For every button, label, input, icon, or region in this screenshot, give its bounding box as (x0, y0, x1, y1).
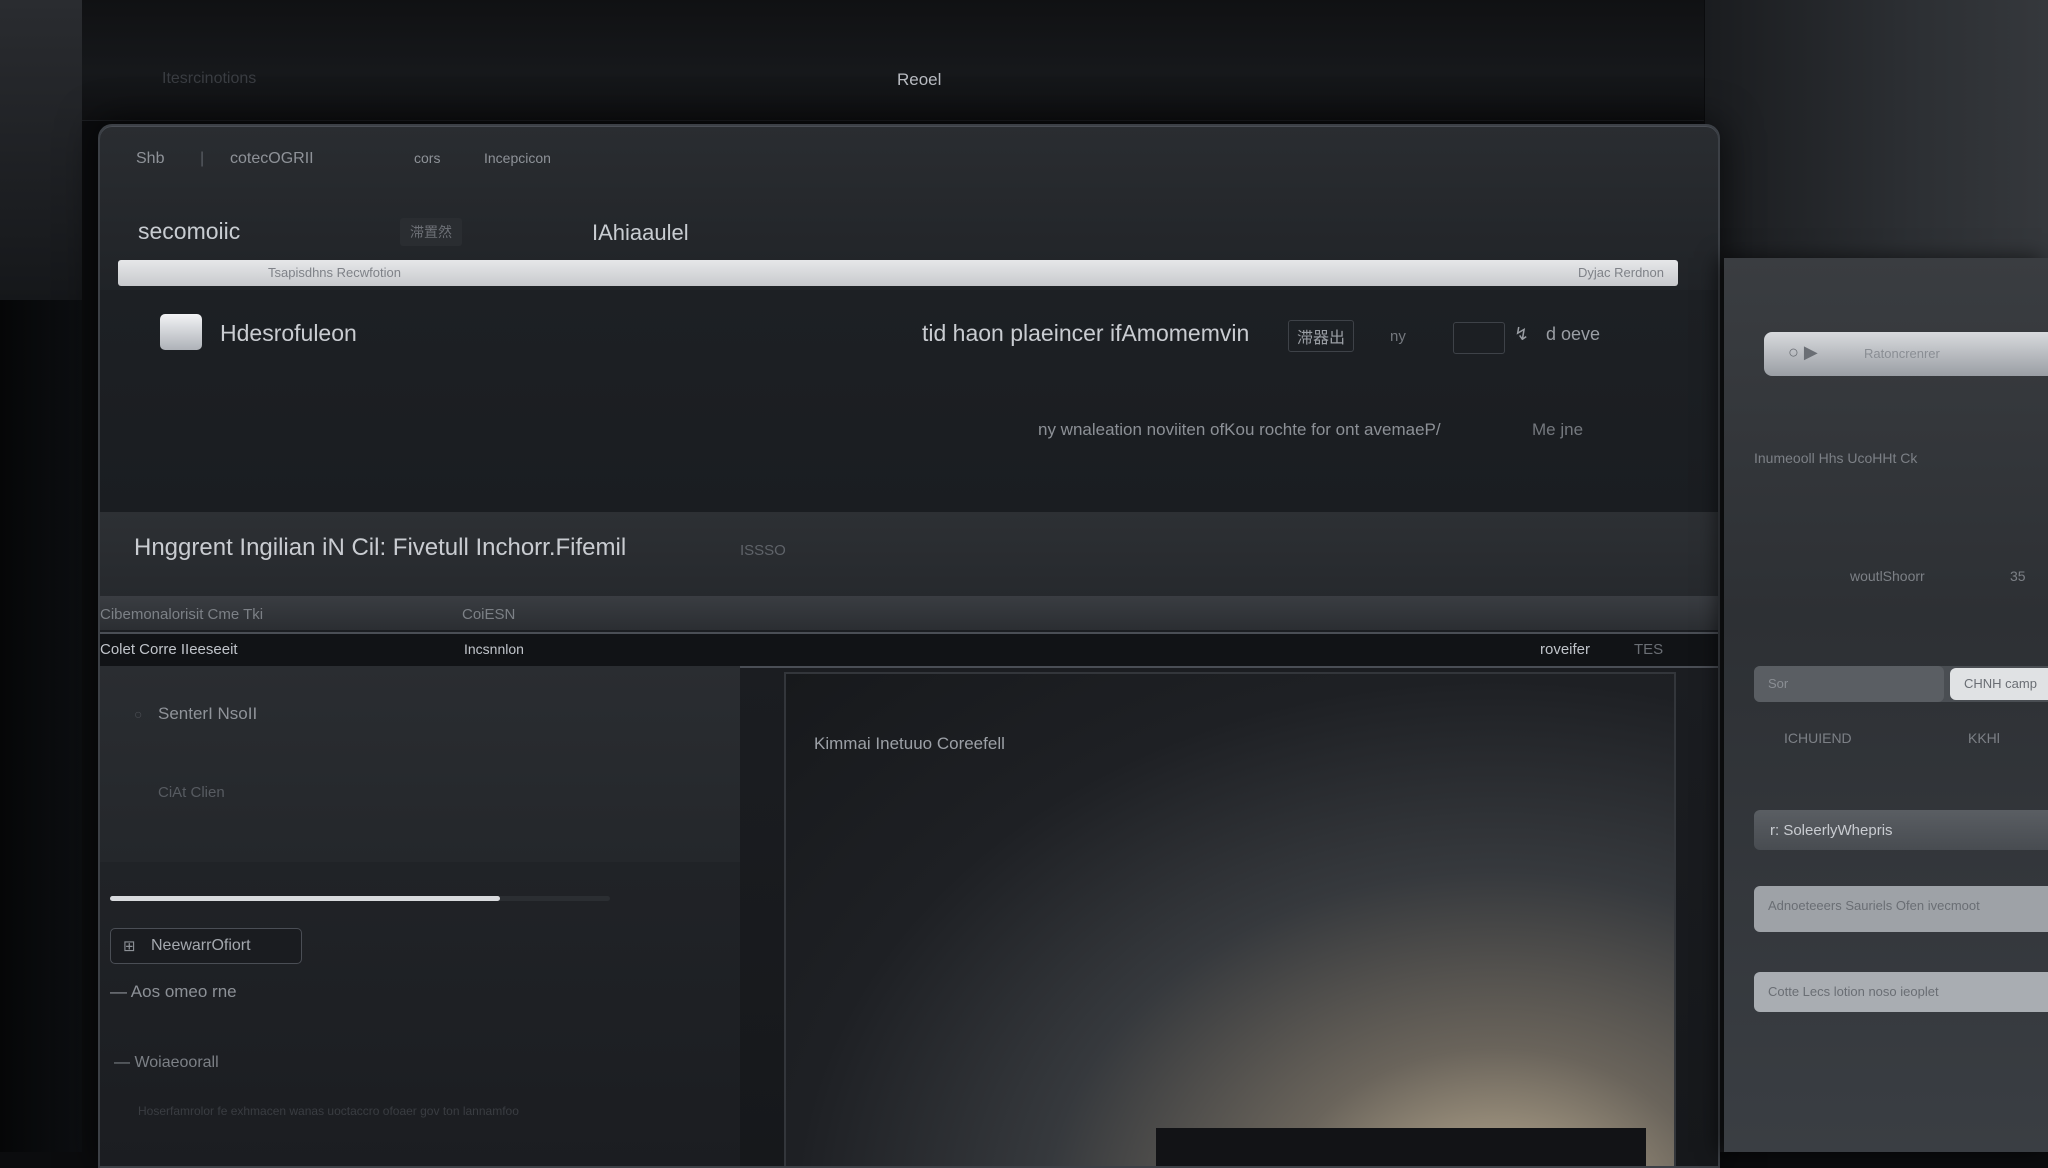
list-item-1[interactable]: — Aos omeo rne (110, 982, 237, 1002)
side-card-2[interactable]: Cotte Lecs lotion noso ieoplet (1754, 972, 2048, 1012)
app-badge[interactable]: 滞置然 (400, 218, 462, 246)
top-bar: Itesrcinotions Reoel (82, 0, 1704, 121)
subhead-left: Cibemonalorisit Cme Tki (100, 606, 264, 623)
tool-action-button[interactable]: d oeve (1546, 324, 1600, 345)
side-tab-b[interactable]: CHNH camp (1950, 668, 2048, 700)
progress-fill (110, 896, 500, 901)
nav-item-1[interactable]: SenterI NsoII (158, 704, 257, 724)
left-panel: ○ SenterI NsoII CiAt Clien ⊞ NeewarrOfio… (100, 666, 740, 1166)
tab-2[interactable]: cors (414, 150, 440, 166)
headline-row: Hnggrent Ingilian iN Cil: Fivetull Incho… (100, 512, 1718, 596)
column-far-right[interactable]: TES (1634, 641, 1663, 658)
app-subtitle: IAhiaaulel (592, 220, 689, 245)
app-icon (160, 314, 202, 350)
preview-caption-bar (1156, 1128, 1646, 1166)
list-item-2-label: Woiaeoorall (134, 1054, 219, 1071)
side-media-text: Ratoncrenrer (1864, 346, 1940, 361)
side-tab-a-label: Sor (1768, 676, 1789, 691)
side-action-button[interactable]: r: SoleerlyWhepris (1754, 810, 2048, 850)
app-header: secomoiic 滞置然 IAhiaaulel (100, 192, 1718, 262)
new-item-button[interactable]: ⊞ NeewarrOfiort (110, 928, 302, 964)
section-name: Hdesrofuleon (220, 320, 357, 346)
side-action-button-label: r: SoleerlyWhepris (1770, 822, 1893, 839)
app-title: secomoiic (138, 218, 241, 244)
preview-panel: Kimmai Inetuuo Coreefell (784, 672, 1676, 1166)
subhead-middle: CoiESN (462, 606, 516, 623)
side-tab-a[interactable]: Sor (1754, 666, 1944, 702)
side-card-1[interactable]: Adnoeteeers Sauriels Ofen ivecmoot (1754, 886, 2048, 932)
notice-link[interactable]: Me jne (1532, 420, 1583, 440)
address-right-text: Dyjac Rerdnon (1578, 265, 1664, 280)
arrow-icon[interactable]: ↯ (1514, 324, 1529, 345)
column-right[interactable]: roveifer (1540, 641, 1590, 658)
list-footnote: Hoserfamrolor fe exhmacen wanas uoctaccr… (138, 1104, 519, 1118)
headline-tag: ISSSO (740, 542, 786, 559)
play-icon[interactable]: ○ ▶ (1788, 342, 1818, 363)
side-card-2-text: Cotte Lecs lotion noso ieoplet (1768, 984, 1939, 999)
side-row-3[interactable]: 35 (2010, 568, 2026, 584)
list-item-1-label: Aos omeo rne (130, 982, 237, 1001)
side-card-1-text: Adnoeteeers Sauriels Ofen ivecmoot (1768, 898, 1980, 913)
side-media-bar[interactable]: ○ ▶ Ratoncrenrer (1764, 332, 2048, 376)
side-row-5[interactable]: KKHl (1968, 730, 2000, 746)
side-tabs: Sor CHNH camp (1754, 666, 2048, 702)
left-panel-highlight (100, 666, 740, 862)
side-tab-b-label: CHNH camp (1964, 676, 2037, 691)
tab-1[interactable]: cotecOGRII (230, 150, 314, 168)
side-panel: ○ ▶ Ratoncrenrer Inumeooll Hhs UcoHHt Ck… (1724, 258, 2048, 1152)
subhead-row: Cibemonalorisit Cme Tki CoiESN (100, 596, 1718, 630)
tab-separator: | (200, 150, 205, 167)
column-middle[interactable]: Incsnnlon (464, 641, 524, 657)
side-row-1[interactable]: Inumeooll Hhs UcoHHt Ck (1754, 450, 1917, 466)
column-left[interactable]: Colet Corre IIeeseeit (100, 641, 238, 658)
tab-0[interactable]: Shb (136, 150, 164, 168)
tool-input[interactable] (1453, 322, 1505, 354)
new-item-button-label: NeewarrOfiort (151, 937, 251, 954)
nav-item-2[interactable]: CiAt Clien (158, 784, 225, 801)
column-header: Colet Corre IIeeseeit Incsnnlon roveifer… (100, 632, 1718, 668)
bullet-icon: ○ (134, 706, 143, 722)
side-row-4[interactable]: ICHUIEND (1784, 730, 1852, 746)
search-text[interactable]: tid haon plaeincer ifAmomemvin (922, 320, 1249, 347)
address-text: Tsapisdhns Recwfotion (268, 265, 401, 280)
address-bar[interactable]: Tsapisdhns Recwfotion Dyjac Rerdnon (118, 260, 1678, 286)
search-chip[interactable]: 滞器出 (1288, 320, 1355, 352)
notice-text: ny wnaleation noviiten ofKou rochte for … (1038, 420, 1441, 439)
progress-bar (110, 896, 610, 901)
list-item-2[interactable]: — Woiaeoorall (114, 1054, 219, 1072)
preview-title: Kimmai Inetuuo Coreefell (814, 734, 1005, 753)
tab-3[interactable]: Incepcicon (484, 150, 551, 166)
side-row-2[interactable]: woutlShoorr (1850, 568, 1925, 584)
main-window: Shb | cotecOGRII cors Incepcicon secomoi… (98, 124, 1720, 1168)
top-bar-left-label: Itesrcinotions (162, 70, 257, 87)
toolbar: Hdesrofuleon tid haon plaeincer ifAmomem… (100, 290, 1718, 512)
headline: Hnggrent Ingilian iN Cil: Fivetull Incho… (134, 534, 627, 561)
top-bar-title: Reoel (897, 70, 942, 89)
backdrop-left-wall (0, 0, 82, 300)
tool-label: ny (1390, 328, 1406, 345)
plus-square-icon: ⊞ (123, 938, 136, 955)
tab-bar: Shb | cotecOGRII cors Incepcicon (100, 126, 1718, 192)
